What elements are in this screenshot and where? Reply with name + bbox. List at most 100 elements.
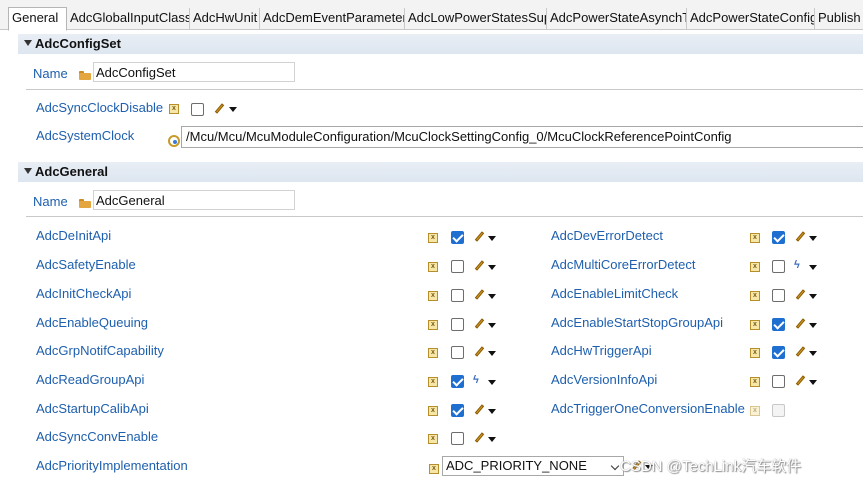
param-label: AdcEnableLimitCheck — [551, 286, 679, 301]
variant-icon: x — [750, 377, 760, 387]
divider — [26, 216, 863, 217]
variant-icon: x — [750, 348, 760, 358]
system-clock-reference-field[interactable]: /Mcu/Mcu/McuModuleConfiguration/McuClock… — [181, 126, 863, 148]
pencil-icon[interactable] — [794, 375, 806, 387]
pencil-icon[interactable] — [794, 346, 806, 358]
tab-adc-low-power-states-sup[interactable]: AdcLowPowerStatesSup — [405, 8, 547, 30]
param-checkbox[interactable] — [451, 375, 464, 388]
param-checkbox[interactable] — [772, 375, 785, 388]
variant-icon: x — [750, 406, 760, 416]
section-adc-config-set[interactable]: AdcConfigSet — [18, 34, 863, 54]
priority-implementation-select[interactable]: ADC_PRIORITY_NONE — [442, 456, 624, 476]
calculated-value-icon[interactable]: ϟ — [794, 259, 806, 271]
tab-adc-dem-event-parameter[interactable]: AdcDemEventParameter — [260, 8, 405, 30]
chevron-down-icon[interactable] — [809, 351, 817, 356]
pencil-icon[interactable] — [473, 231, 485, 243]
pencil-icon[interactable] — [473, 289, 485, 301]
tab-adc-global-input-class[interactable]: AdcGlobalInputClass — [67, 8, 190, 30]
param-label: AdcReadGroupApi — [36, 372, 145, 387]
param-checkbox[interactable] — [451, 260, 464, 273]
folder-icon — [79, 71, 91, 80]
param-checkbox[interactable] — [451, 432, 464, 445]
chevron-down-icon[interactable] — [809, 323, 817, 328]
param-label: AdcSafetyEnable — [36, 257, 136, 272]
param-checkbox[interactable] — [451, 231, 464, 244]
variant-icon: x — [428, 233, 438, 243]
tab-publish[interactable]: Publish — [815, 8, 863, 30]
config-set-name-field[interactable] — [93, 62, 295, 82]
tab-adc-power-state-asynch[interactable]: AdcPowerStateAsynchT — [547, 8, 687, 30]
name-label: Name — [33, 194, 68, 209]
chevron-down-icon[interactable] — [809, 380, 817, 385]
chevron-down-icon[interactable] — [488, 409, 496, 414]
variant-icon: x — [750, 291, 760, 301]
pencil-icon[interactable] — [473, 346, 485, 358]
variant-icon: x — [429, 464, 439, 474]
chevron-down-icon[interactable] — [488, 380, 496, 385]
collapse-icon[interactable] — [24, 40, 32, 46]
param-checkbox[interactable] — [451, 289, 464, 302]
pencil-icon[interactable] — [473, 404, 485, 416]
chevron-down-icon[interactable] — [488, 323, 496, 328]
param-label: AdcEnableStartStopGroupApi — [551, 315, 723, 330]
param-label: AdcGrpNotifCapability — [36, 343, 164, 358]
pencil-icon[interactable] — [213, 103, 225, 115]
variant-icon: x — [750, 320, 760, 330]
param-checkbox[interactable] — [772, 318, 785, 331]
editor-tab-bar: General AdcGlobalInputClass AdcHwUnit Ad… — [0, 0, 863, 31]
param-label: AdcVersionInfoApi — [551, 372, 658, 387]
param-checkbox[interactable] — [772, 231, 785, 244]
param-label: AdcStartupCalibApi — [36, 401, 149, 416]
chevron-down-icon[interactable] — [488, 437, 496, 442]
param-checkbox[interactable] — [451, 404, 464, 417]
section-title: AdcGeneral — [35, 164, 108, 179]
param-checkbox[interactable] — [451, 318, 464, 331]
param-checkbox[interactable] — [772, 346, 785, 359]
calculated-value-icon[interactable]: ϟ — [473, 374, 485, 386]
variant-icon: x — [428, 434, 438, 444]
pencil-icon[interactable] — [473, 260, 485, 272]
chevron-down-icon[interactable] — [809, 294, 817, 299]
variant-icon: x — [169, 104, 179, 114]
pencil-icon[interactable] — [794, 289, 806, 301]
divider — [26, 89, 863, 90]
tab-adc-power-state-config[interactable]: AdcPowerStateConfig — [687, 8, 815, 30]
param-label-system-clock: AdcSystemClock — [36, 128, 135, 143]
variant-icon: x — [428, 262, 438, 272]
chevron-down-icon[interactable] — [488, 294, 496, 299]
pencil-icon[interactable] — [794, 318, 806, 330]
tab-general[interactable]: General — [8, 7, 67, 31]
chevron-down-icon[interactable] — [229, 107, 237, 112]
param-checkbox[interactable] — [451, 346, 464, 359]
chevron-down-icon[interactable] — [809, 236, 817, 241]
param-label: AdcTriggerOneConversionEnable — [551, 401, 745, 416]
chevron-down-icon — [610, 461, 620, 471]
chevron-down-icon[interactable] — [488, 236, 496, 241]
variant-icon: x — [750, 233, 760, 243]
sync-clock-disable-checkbox[interactable] — [191, 103, 204, 116]
param-checkbox[interactable] — [772, 260, 785, 273]
param-label: AdcInitCheckApi — [36, 286, 132, 301]
variant-icon: x — [428, 291, 438, 301]
param-checkbox[interactable] — [772, 289, 785, 302]
section-adc-general[interactable]: AdcGeneral — [18, 162, 863, 182]
reference-link-icon[interactable] — [168, 135, 180, 147]
pencil-icon[interactable] — [473, 432, 485, 444]
variant-icon: x — [428, 320, 438, 330]
param-label-sync-clock-disable: AdcSyncClockDisable — [36, 100, 164, 115]
variant-icon: x — [428, 406, 438, 416]
watermark-text: CSDN @TechLink汽车软件 — [620, 458, 802, 475]
tab-adc-hw-unit[interactable]: AdcHwUnit — [190, 8, 260, 30]
variant-icon: x — [428, 348, 438, 358]
pencil-icon[interactable] — [473, 318, 485, 330]
name-label: Name — [33, 66, 68, 81]
param-label: AdcDeInitApi — [36, 228, 112, 243]
general-name-field[interactable] — [93, 190, 295, 210]
collapse-icon[interactable] — [24, 168, 32, 174]
param-checkbox — [772, 404, 785, 417]
chevron-down-icon[interactable] — [488, 265, 496, 270]
chevron-down-icon[interactable] — [809, 265, 817, 270]
chevron-down-icon[interactable] — [488, 351, 496, 356]
param-label-priority-implementation: AdcPriorityImplementation — [36, 458, 188, 473]
pencil-icon[interactable] — [794, 231, 806, 243]
